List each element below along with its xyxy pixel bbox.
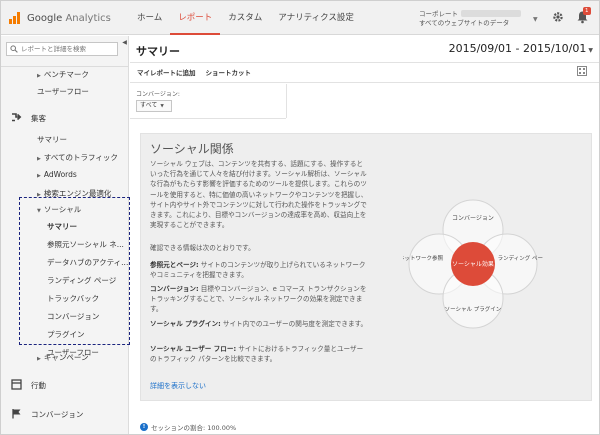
panel-point-plugins: ソーシャル プラグイン: サイト内でのユーザーの関与度を測定できます。 bbox=[150, 320, 368, 328]
flag-icon bbox=[12, 409, 21, 419]
expand-arrow-icon: ▶ bbox=[37, 73, 41, 79]
divider bbox=[130, 82, 599, 83]
top-bar: Google Analytics ホーム レポート カスタム アナリティクス設定… bbox=[1, 1, 599, 35]
venn-label-left: ネットワーク参照 bbox=[403, 254, 443, 262]
panel-title: ソーシャル関係 bbox=[150, 142, 234, 156]
date-range-text: 2015/09/01 - 2015/10/01 bbox=[448, 42, 587, 55]
conversion-label: コンバージョン: bbox=[136, 91, 180, 98]
divider bbox=[286, 84, 287, 118]
sidebar-divider bbox=[1, 66, 129, 67]
sidebar-item-campaign[interactable]: ▶ キャンペーン bbox=[37, 352, 88, 363]
panel-point-user-flow: ソーシャル ユーザー フロー: サイトにおけるトラフィック量とユーザーのトラフィ… bbox=[150, 345, 364, 364]
panel-intro: ソーシャル ウェブは、コンテンツを共有する、話題にする、操作するといった行為を通… bbox=[150, 160, 368, 230]
nav-custom[interactable]: カスタム bbox=[220, 1, 270, 35]
google-analytics-logo[interactable]: Google Analytics bbox=[9, 10, 111, 26]
chevron-down-icon: ▼ bbox=[160, 104, 164, 109]
session-percentage: ! セッションの割合: 100.00% bbox=[140, 422, 236, 432]
logo-product: Analytics bbox=[65, 12, 111, 24]
search-input[interactable] bbox=[21, 45, 117, 53]
panel-confirm: 確認できる情報は次のとおりです。 bbox=[150, 244, 255, 252]
logo-text: Google Analytics bbox=[27, 13, 111, 24]
divider bbox=[130, 62, 599, 63]
date-range-picker[interactable]: 2015/09/01 - 2015/10/01 ▼ bbox=[449, 42, 593, 55]
shortcut-button[interactable]: ショートカット bbox=[206, 67, 252, 77]
account-selector[interactable]: コーポレート すべてのウェブサイトのデータ bbox=[419, 10, 521, 28]
chevron-down-icon: ▼ bbox=[588, 47, 593, 54]
sidebar-section-behavior[interactable]: 行動 bbox=[31, 380, 46, 391]
nav-reports[interactable]: レポート bbox=[170, 1, 221, 35]
sidebar-section-acquisition[interactable]: 集客 bbox=[31, 113, 46, 124]
sidebar-item-all-traffic[interactable]: ▶ すべてのトラフィック bbox=[37, 152, 118, 163]
conversion-select[interactable]: すべて ▼ bbox=[136, 100, 172, 112]
nav-admin[interactable]: アナリティクス設定 bbox=[270, 1, 362, 35]
sidebar-collapse-icon[interactable]: ◀ bbox=[120, 36, 129, 50]
venn-label-top: コンバージョン bbox=[452, 215, 494, 222]
panel-point-conversions: コンバージョン: 目標やコンバージョン、e コマース トランザクションをトラッキ… bbox=[150, 285, 367, 314]
notification-badge: 1 bbox=[583, 7, 591, 15]
panel-point-referrals: 参照元とページ: サイトのコンテンツが取り上げられているネットワークやコミュニテ… bbox=[150, 261, 366, 280]
sidebar-item-benchmark[interactable]: ▶ ベンチマーク bbox=[37, 69, 89, 80]
acquisition-icon bbox=[12, 113, 22, 122]
behavior-icon bbox=[11, 379, 22, 390]
page-title: サマリー bbox=[136, 45, 180, 58]
highlight-box bbox=[19, 197, 130, 345]
analytics-logo-icon bbox=[9, 12, 23, 24]
divider bbox=[130, 118, 286, 119]
info-icon: ! bbox=[140, 423, 148, 431]
main-nav: ホーム レポート カスタム アナリティクス設定 bbox=[129, 1, 362, 35]
main-content: サマリー 2015/09/01 - 2015/10/01 ▼ マイレポートに追加 … bbox=[130, 36, 599, 434]
account-caret-icon[interactable]: ▼ bbox=[533, 16, 538, 23]
redacted-property bbox=[461, 10, 521, 17]
sidebar-section-conversions[interactable]: コンバージョン bbox=[31, 409, 83, 420]
search-icon bbox=[10, 45, 18, 53]
venn-label-right: ランディング ページ bbox=[498, 254, 543, 262]
report-search[interactable] bbox=[6, 42, 118, 56]
logo-brand: Google bbox=[27, 12, 63, 24]
add-to-dashboard-button[interactable]: マイレポートに追加 bbox=[137, 67, 196, 77]
account-view: すべてのウェブサイトのデータ bbox=[419, 19, 510, 27]
social-venn-diagram: コンバージョン ネットワーク参照 ランディング ページ ソーシャル プラグイン … bbox=[403, 199, 543, 329]
venn-label-center: ソーシャル効果 bbox=[452, 260, 494, 268]
report-actions: マイレポートに追加 ショートカット bbox=[137, 67, 251, 77]
sidebar-item-adwords[interactable]: ▶ AdWords bbox=[37, 170, 77, 179]
nav-home[interactable]: ホーム bbox=[129, 1, 170, 35]
hide-details-link[interactable]: 詳細を表示しない bbox=[150, 381, 206, 391]
sidebar-item-user-flow-top[interactable]: ユーザーフロー bbox=[37, 86, 89, 97]
sidebar-item-acq-summary[interactable]: サマリー bbox=[37, 134, 67, 145]
account-name: コーポレート bbox=[419, 10, 458, 18]
social-relations-panel: ソーシャル関係 ソーシャル ウェブは、コンテンツを共有する、話題にする、操作する… bbox=[140, 133, 592, 401]
expand-arrow-icon: ▶ bbox=[37, 173, 41, 179]
gear-icon[interactable] bbox=[552, 11, 564, 23]
expand-arrow-icon: ▶ bbox=[37, 356, 41, 362]
grid-icon[interactable] bbox=[577, 66, 587, 76]
venn-label-bottom: ソーシャル プラグイン bbox=[445, 305, 502, 313]
expand-arrow-icon: ▶ bbox=[37, 156, 41, 162]
